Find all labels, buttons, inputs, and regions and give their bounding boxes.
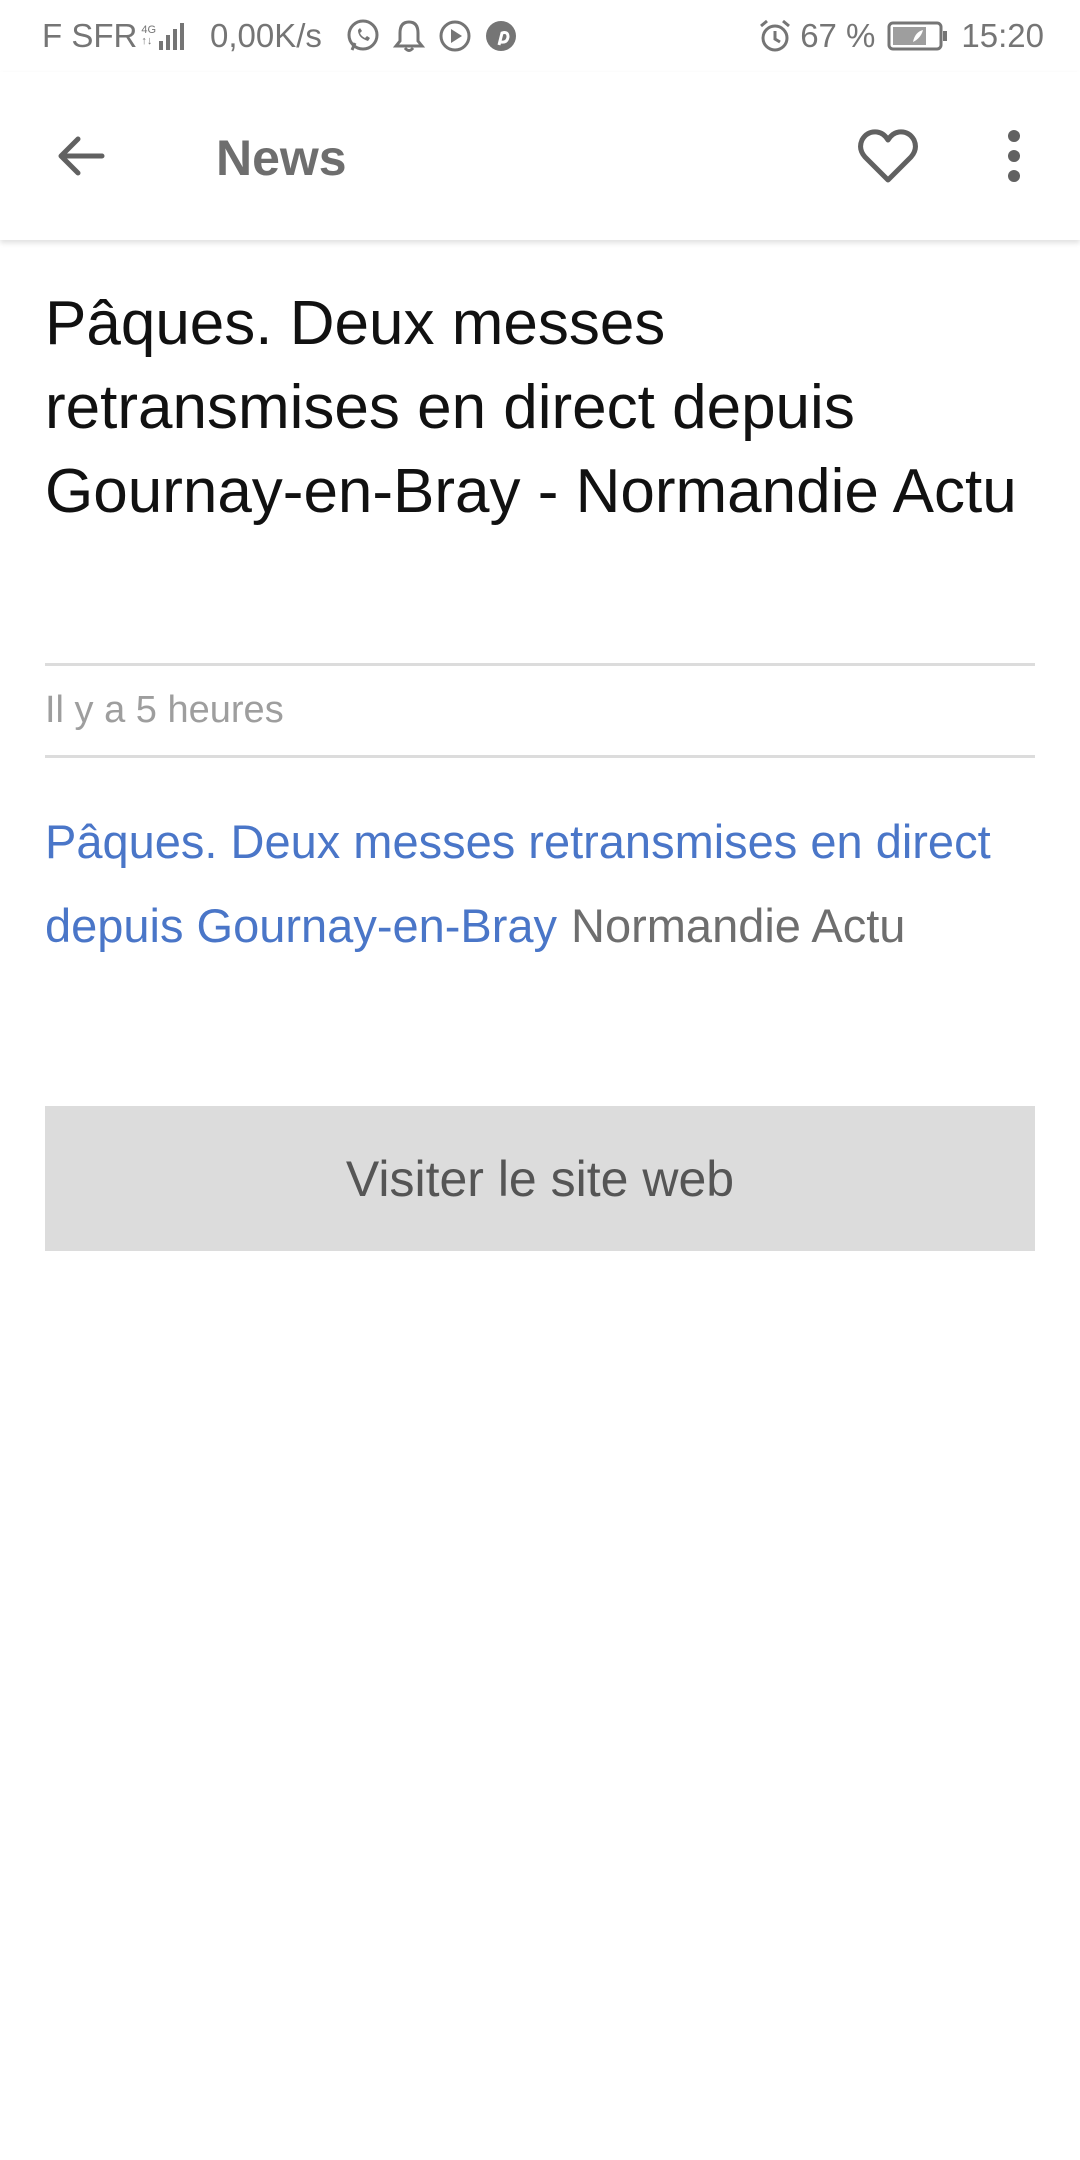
signal-block: 4G ↑↓ (141, 21, 188, 51)
divider (45, 755, 1035, 758)
app-bar: News (0, 72, 1080, 240)
whatsapp-icon (344, 17, 382, 55)
status-right: 67 % 15:20 (756, 16, 1044, 56)
signal-icon (159, 23, 185, 50)
carrier-label: F SFR (42, 17, 138, 54)
visit-website-button[interactable]: Visiter le site web (45, 1106, 1035, 1251)
arrow-left-icon (58, 136, 105, 176)
status-time: 15:20 (961, 17, 1044, 54)
status-bar: F SFR 4G ↑↓ 0,00K/s 67 % 15:20 (0, 0, 1080, 72)
network-type: 4G ↑↓ (141, 25, 156, 47)
favorite-button[interactable] (852, 120, 924, 192)
bell-icon (390, 17, 428, 55)
pinterest-icon (482, 17, 520, 55)
news-detail-screen: F SFR 4G ↑↓ 0,00K/s 67 % 15:20 News Pâqu… (0, 0, 1080, 2160)
source-block: Pâques. Deux messes retransmises en dire… (45, 800, 1035, 968)
play-icon (436, 17, 474, 55)
battery-percent: 67 % (800, 17, 876, 54)
divider (45, 663, 1035, 666)
more-options-button[interactable] (978, 120, 1050, 192)
more-vert-icon (1008, 130, 1020, 182)
article-title: Pâques. Deux messes retransmises en dire… (45, 289, 1017, 526)
heart-outline-icon (858, 129, 918, 183)
battery-icon (887, 20, 949, 52)
article-time-ago: Il y a 5 heures (45, 689, 284, 731)
status-left: F SFR 4G ↑↓ 0,00K/s (42, 16, 528, 56)
network-speed: 0,00K/s (210, 17, 322, 54)
back-button[interactable] (44, 120, 116, 192)
alarm-icon (756, 17, 794, 55)
page-title: News (216, 130, 347, 186)
source-name: Normandie Actu (571, 899, 906, 952)
network-activity-label: ↑↓ (141, 35, 153, 47)
